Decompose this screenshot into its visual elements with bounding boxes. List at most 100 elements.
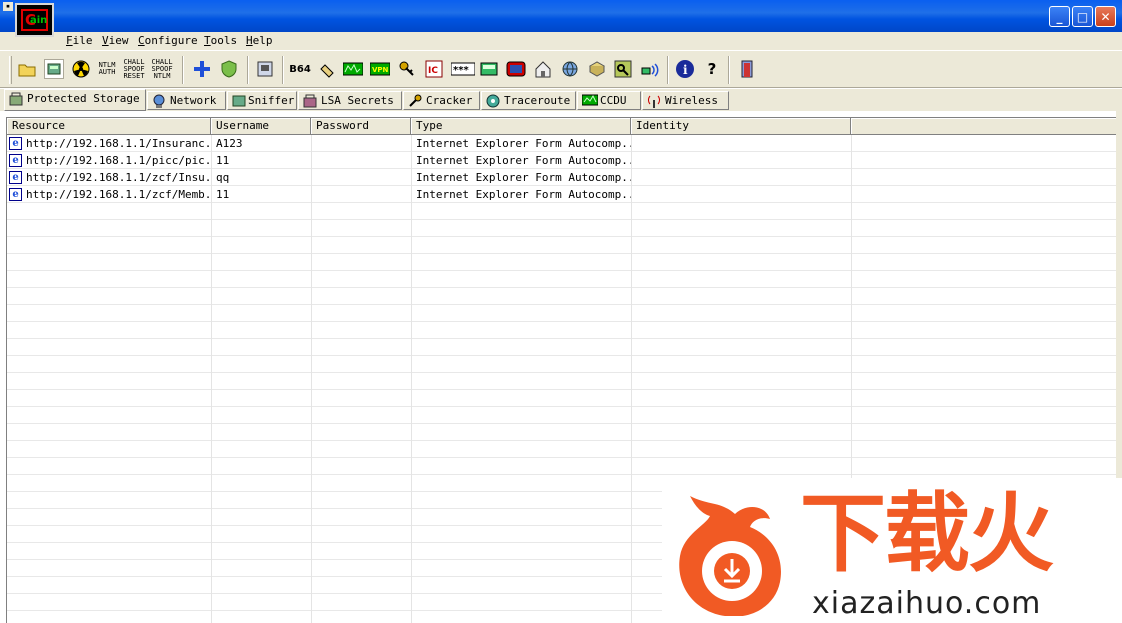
menu-file-rest: ile	[72, 34, 93, 47]
empty-row	[7, 407, 1116, 424]
tab-traceroute[interactable]: Traceroute	[481, 91, 576, 110]
globe-icon[interactable]	[560, 59, 580, 79]
lock-icon[interactable]	[613, 59, 633, 79]
cell-password	[311, 135, 411, 152]
tab-ccdu[interactable]: CCDU	[577, 91, 641, 110]
cell-type: Internet Explorer Form Autocomp...	[416, 137, 631, 150]
tab-label: Traceroute	[504, 94, 571, 107]
chall-spoof-reset-icon[interactable]: CHALL SPOOF RESET	[123, 58, 144, 79]
system-menu-icon[interactable]: ▪	[3, 2, 13, 11]
empty-row	[7, 390, 1116, 407]
cell-username: 11	[216, 188, 230, 201]
menu-tools[interactable]: Tools	[204, 34, 237, 47]
cell-resource: http://192.168.1.1/Insuranc...	[26, 137, 211, 150]
tab-label: Sniffer	[248, 94, 295, 107]
table-row[interactable]: e http://192.168.1.1/zcf/Memb... 11 Interne…	[7, 186, 1116, 203]
minimize-button[interactable]: _	[1049, 6, 1070, 27]
base64-icon[interactable]: B64	[289, 59, 311, 79]
database-icon[interactable]	[587, 59, 607, 79]
empty-row	[7, 254, 1116, 271]
table-row[interactable]: e http://192.168.1.1/Insuranc... A123 Inter…	[7, 135, 1116, 152]
column-header-password[interactable]: Password	[311, 118, 411, 135]
network-card-icon[interactable]	[44, 59, 64, 79]
help-icon[interactable]: ?	[702, 59, 722, 79]
window-controls: _ □ ✕	[1049, 6, 1116, 27]
empty-row	[7, 237, 1116, 254]
network-globe-icon	[152, 94, 166, 108]
column-header-username[interactable]: Username	[211, 118, 311, 135]
menu-file-accel: F	[66, 34, 73, 47]
password-icon[interactable]: ***	[451, 59, 475, 79]
column-header-identity[interactable]: Identity	[631, 118, 851, 135]
protected-storage-icon	[9, 92, 23, 106]
ntlm-label-2: NTLM	[153, 71, 171, 80]
empty-row	[7, 339, 1116, 356]
column-header-filler	[851, 118, 1116, 135]
add-icon[interactable]	[192, 59, 212, 79]
cell-username: qq	[216, 171, 230, 184]
tab-wireless[interactable]: Wireless	[642, 91, 729, 110]
sniffer-icon	[232, 94, 246, 108]
tab-protected-storage[interactable]: Protected Storage	[4, 89, 146, 111]
column-divider	[211, 135, 212, 623]
poison-icon[interactable]	[71, 59, 91, 79]
tab-cracker[interactable]: Cracker	[403, 91, 480, 110]
rdp-icon[interactable]	[343, 59, 363, 79]
chall-spoof-ntlm-icon[interactable]: CHALL SPOOF NTLM	[151, 58, 172, 80]
decoder-icon[interactable]	[255, 59, 275, 79]
monitor-icon[interactable]	[506, 59, 526, 79]
title-bar[interactable]: ▪ _ □ ✕	[0, 0, 1122, 32]
column-header-resource[interactable]: Resource	[7, 118, 211, 135]
menu-help[interactable]: Help	[246, 34, 273, 47]
exit-icon[interactable]	[737, 59, 757, 79]
maximize-button[interactable]: □	[1072, 6, 1093, 27]
ntlm-auth-icon[interactable]: NTLM AUTH	[97, 59, 117, 79]
menu-tools-rest: ools	[210, 34, 238, 47]
menu-file[interactable]: File	[66, 34, 93, 47]
ip-icon[interactable]: IC	[424, 59, 444, 79]
tab-label: CCDU	[600, 94, 627, 107]
table-row[interactable]: e http://192.168.1.1/zcf/Insu... qq Interne…	[7, 169, 1116, 186]
tab-label: Network	[170, 94, 217, 107]
menu-configure[interactable]: Configure	[138, 34, 198, 47]
tab-lsa-secrets[interactable]: LSA Secrets	[298, 91, 402, 110]
house-icon[interactable]	[533, 59, 553, 79]
empty-row	[7, 220, 1116, 237]
toolbar-separator	[182, 56, 184, 84]
hash-icon[interactable]	[317, 59, 337, 79]
close-button[interactable]: ✕	[1095, 6, 1116, 27]
tab-label: Cracker	[426, 94, 473, 107]
cell-password	[311, 186, 411, 203]
watermark-chinese-text: 下载火	[800, 484, 1054, 584]
tab-network[interactable]: Network	[147, 91, 226, 110]
toolbar-separator-5	[728, 56, 730, 84]
empty-row	[7, 441, 1116, 458]
b64-label: B64	[289, 63, 311, 75]
shield-icon[interactable]	[219, 59, 239, 79]
cell-identity	[631, 152, 851, 169]
wireless-icon[interactable]	[640, 59, 660, 79]
menu-configure-rest: onfigure	[144, 34, 198, 47]
toolbar-grip[interactable]	[9, 56, 12, 84]
wireless-antenna-icon	[647, 94, 661, 108]
tab-sniffer[interactable]: Sniffer	[227, 91, 297, 110]
menu-view-accel: V	[102, 34, 109, 47]
menu-view[interactable]: View	[102, 34, 129, 47]
toolbar-separator-4	[667, 56, 669, 84]
menu-tools-accel: T	[204, 34, 211, 47]
info-icon[interactable]: i	[675, 59, 695, 79]
toolbar: NTLM AUTH CHALL SPOOF RESET CHALL SPOOF NTLM …	[0, 50, 1122, 88]
cracker-key-icon	[408, 94, 422, 108]
table-row[interactable]: e http://192.168.1.1/picc/pic... 11 Interne…	[7, 152, 1116, 169]
empty-row	[7, 458, 1116, 475]
cell-username: 11	[216, 154, 230, 167]
key-icon[interactable]	[397, 59, 417, 79]
empty-row	[7, 424, 1116, 441]
menu-help-rest: elp	[252, 34, 273, 47]
vpn-icon[interactable]: VPN	[370, 59, 390, 79]
svg-text:i: i	[683, 63, 688, 77]
open-folder-icon[interactable]	[17, 59, 37, 79]
cell-password	[311, 169, 411, 186]
column-header-type[interactable]: Type	[411, 118, 631, 135]
calculator-icon[interactable]	[479, 59, 499, 79]
